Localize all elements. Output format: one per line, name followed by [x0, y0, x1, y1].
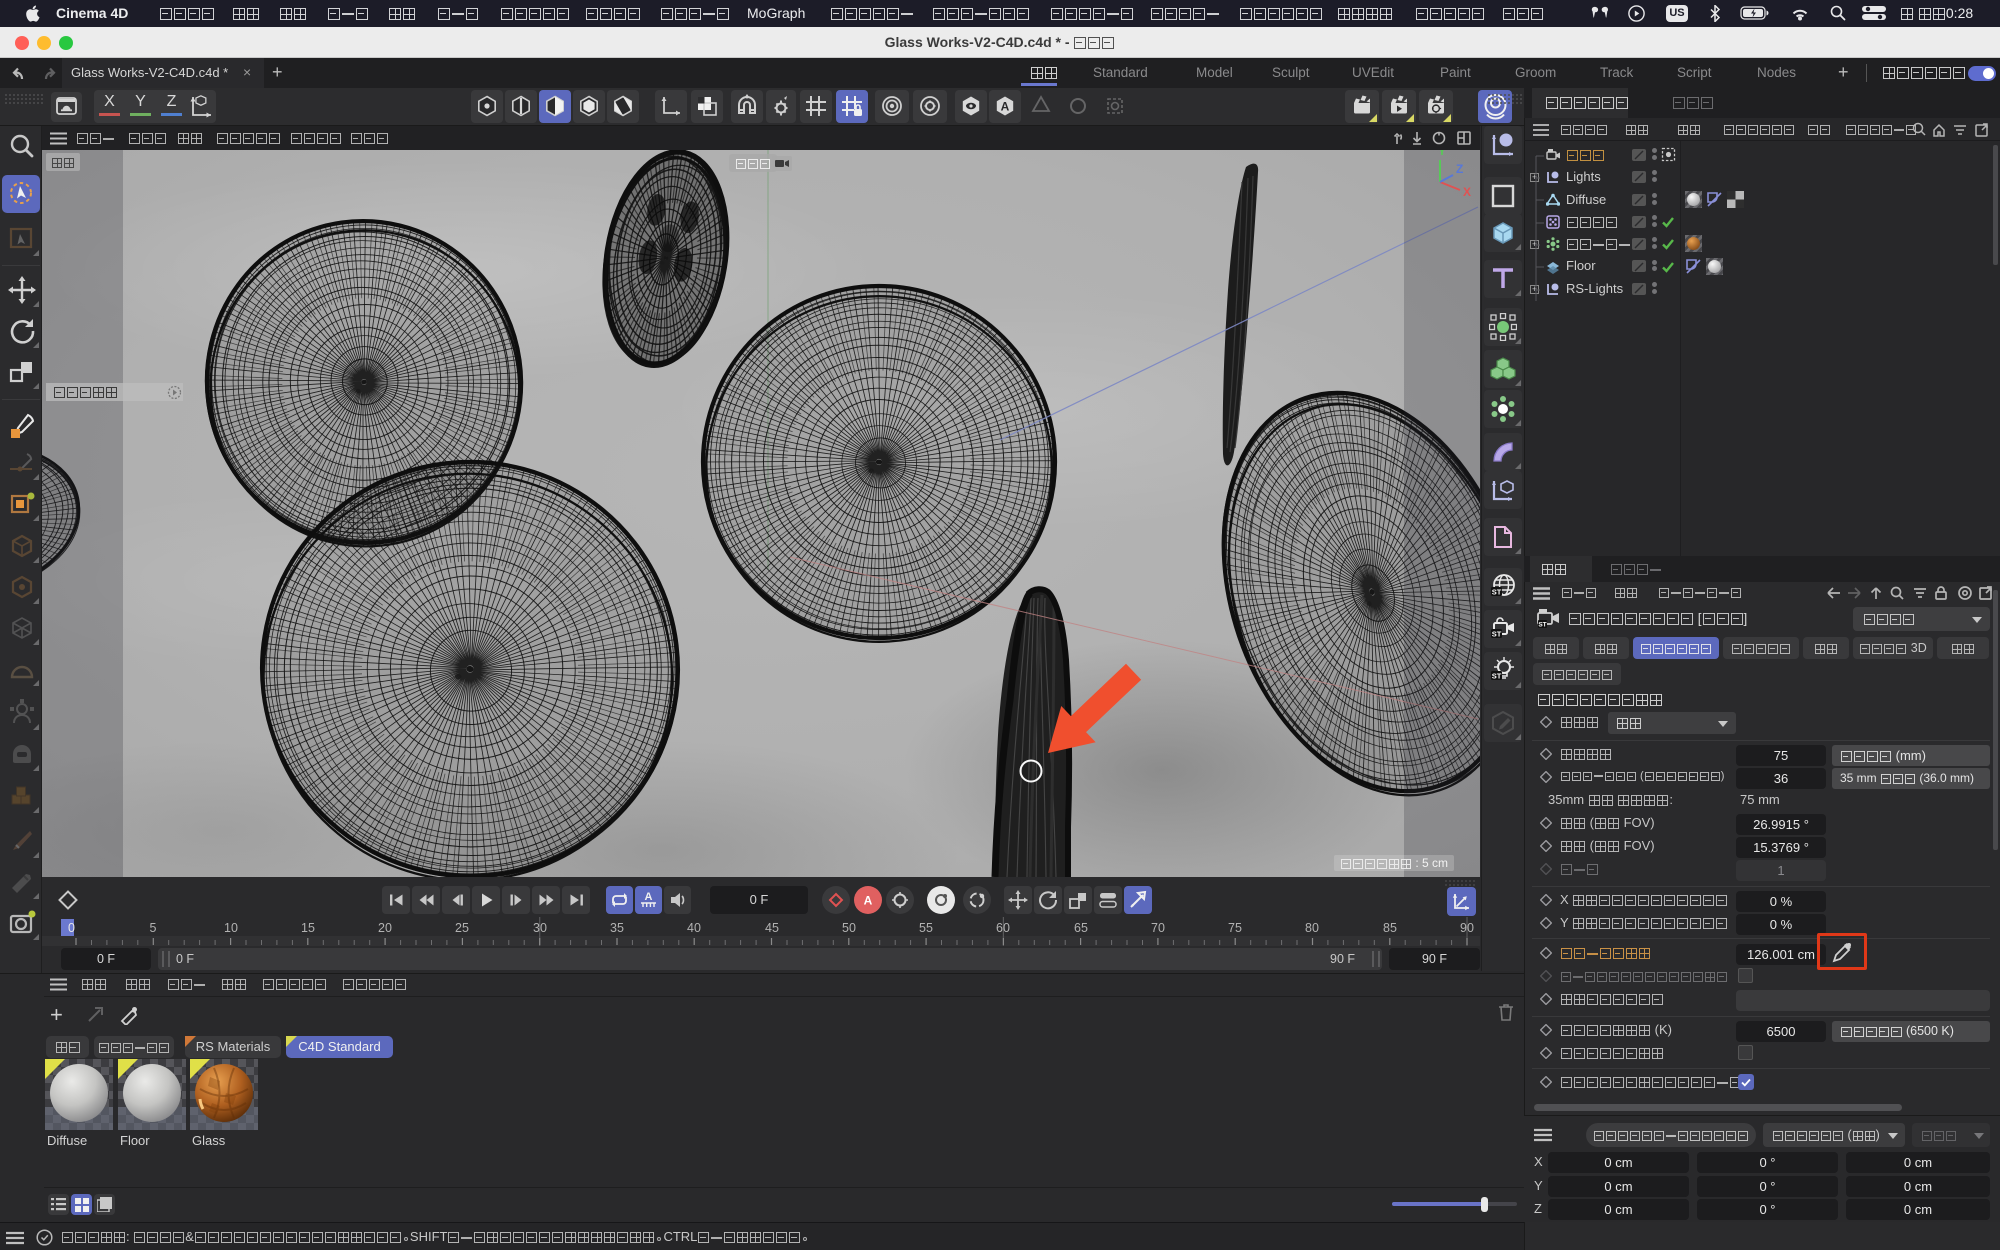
svg-text:A: A [645, 891, 653, 903]
svg-text:Y: Y [1438, 150, 1446, 158]
svg-text:Z: Z [1456, 162, 1463, 176]
svg-text:A: A [864, 894, 873, 908]
svg-text:ST: ST [1492, 672, 1502, 681]
svg-text:ST: ST [1492, 630, 1502, 639]
svg-text:ST: ST [1492, 588, 1502, 597]
svg-text:ST: ST [1538, 622, 1546, 629]
svg-text:X: X [1463, 185, 1471, 199]
svg-text:A: A [1001, 100, 1010, 114]
